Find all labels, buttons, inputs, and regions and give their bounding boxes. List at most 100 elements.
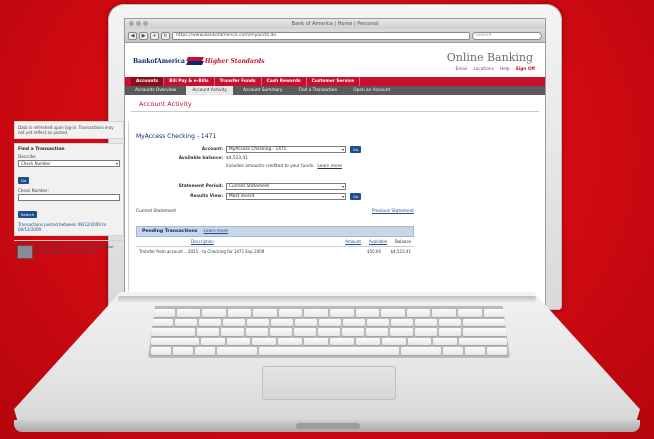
statement-period-label: Statement Period: — [178, 184, 223, 189]
key — [293, 328, 316, 336]
subtab-account-summary[interactable]: Account Summary — [237, 86, 288, 95]
transaction-column-headers: Description Amount Available Balance — [136, 237, 414, 247]
pending-learn-more-link[interactable]: Learn more — [204, 229, 229, 234]
key — [151, 318, 173, 327]
key — [355, 309, 380, 317]
zoom-window-icon[interactable] — [143, 21, 148, 26]
key — [342, 328, 365, 336]
column-available[interactable]: Available — [369, 239, 387, 244]
key — [247, 318, 269, 327]
key — [200, 337, 225, 346]
column-balance: Balance — [395, 239, 411, 244]
logo-tagline: Higher Standards — [204, 57, 265, 65]
account-row: Account: MyAccess Checking - 1471 Go — [136, 146, 414, 153]
laptop-latch — [296, 423, 360, 429]
available-balance-row: Available balance: $4,523.41 — [136, 156, 414, 161]
subtab-open-account[interactable]: Open an Account — [347, 86, 396, 95]
learn-more-link[interactable]: Learn more — [317, 164, 342, 169]
key — [330, 309, 354, 317]
key — [391, 318, 413, 327]
laptop-keyboard — [148, 306, 510, 358]
email-link[interactable]: Email — [456, 67, 468, 72]
column-amount[interactable]: Amount — [345, 239, 361, 244]
alerts-promo-text[interactable]: Add an Online Alert to keep track of you… — [36, 244, 121, 259]
key — [465, 347, 485, 355]
tab-transfer-funds[interactable]: Transfer Funds — [215, 77, 262, 86]
alert-promo-icon — [17, 245, 33, 259]
key — [278, 337, 303, 346]
key — [295, 318, 317, 327]
table-row[interactable]: Transfer from account ...5025 - to Check… — [136, 247, 414, 256]
subtab-find-transaction[interactable]: Find a Transaction — [292, 86, 343, 95]
back-icon[interactable]: ◀ — [128, 31, 137, 40]
forward-icon[interactable]: ▶ — [139, 31, 148, 40]
bank-logo[interactable]: BankofAmerica Higher Standards — [133, 57, 265, 65]
key — [199, 318, 221, 327]
browser-search-field[interactable]: Search — [472, 31, 542, 40]
key — [407, 337, 432, 346]
alerts-promo[interactable]: Add an Online Alert to keep track of you… — [14, 240, 124, 263]
close-window-icon[interactable] — [129, 21, 134, 26]
locations-link[interactable]: Locations — [473, 67, 493, 72]
key — [343, 318, 365, 327]
search-button[interactable]: Search — [18, 211, 38, 218]
account-go-button[interactable]: Go — [350, 146, 362, 153]
key — [462, 328, 508, 336]
key — [253, 309, 277, 317]
add-bookmark-icon[interactable]: + — [150, 31, 159, 40]
key — [390, 328, 413, 336]
key — [151, 347, 171, 355]
key — [175, 318, 197, 327]
utility-links: Email Locations Help Sign Off — [456, 67, 535, 72]
help-link[interactable]: Help — [500, 67, 510, 72]
key — [366, 328, 389, 336]
product-title: Online Banking — [446, 51, 533, 64]
key — [463, 318, 507, 327]
key — [330, 337, 354, 346]
describe-go-button[interactable]: Go — [18, 177, 30, 184]
account-title: MyAccess Checking - 1471 — [136, 133, 217, 140]
subtab-account-activity[interactable]: Account Activity — [186, 86, 233, 95]
key — [271, 318, 293, 327]
address-bar[interactable]: https://www.bankofamerica.com/myaccts.do — [172, 31, 470, 40]
statement-period-select[interactable]: Current Statement — [226, 183, 346, 190]
key — [367, 318, 389, 327]
find-transaction-heading: Find a Transaction — [18, 147, 65, 152]
key — [487, 347, 507, 355]
key — [406, 309, 431, 317]
refresh-note-box: Data is refreshed upon log-in. Transacti… — [14, 121, 124, 139]
sign-off-link[interactable]: Sign Off — [516, 67, 535, 72]
tab-accounts[interactable]: Accounts — [131, 77, 165, 86]
key — [381, 309, 405, 317]
subtab-accounts-overview[interactable]: Accounts Overview — [129, 86, 182, 95]
key — [221, 328, 244, 336]
key — [381, 337, 406, 346]
key — [278, 309, 303, 317]
column-description[interactable]: Description — [191, 239, 337, 244]
previous-statement-link[interactable]: Previous Statement — [372, 209, 414, 214]
tab-customer-service[interactable]: Customer Service — [307, 77, 361, 86]
results-go-button[interactable]: Go — [350, 193, 362, 200]
describe-select[interactable]: Check Number — [18, 160, 120, 167]
check-number-input[interactable] — [18, 194, 120, 201]
main-nav: Accounts Bill Pay & e-Bills Transfer Fun… — [125, 77, 545, 86]
available-note-row: Includes amounts credited to your funds.… — [136, 164, 414, 169]
minimize-window-icon[interactable] — [136, 21, 141, 26]
available-balance-label: Available balance: — [178, 156, 223, 161]
current-statement-link[interactable]: Current Statement — [136, 209, 176, 214]
tab-bill-pay[interactable]: Bill Pay & e-Bills — [164, 77, 215, 86]
transaction-amount: $50.00 — [367, 249, 381, 254]
account-select[interactable]: MyAccess Checking - 1471 — [226, 146, 346, 153]
tab-cash-rewards[interactable]: Cash Rewards — [262, 77, 307, 86]
keyboard-row — [151, 347, 507, 355]
statement-period-row: Statement Period: Current Statement — [136, 183, 414, 190]
key — [304, 309, 329, 317]
results-view-select[interactable]: Most recent — [226, 193, 346, 200]
window-title: Bank of America | Home | Personal — [291, 21, 379, 27]
window-controls[interactable] — [129, 21, 148, 26]
keyboard-row — [151, 318, 507, 327]
reload-icon[interactable]: ↻ — [161, 31, 170, 40]
keyboard-row — [151, 309, 508, 317]
find-transaction-box: Find a Transaction Describe Check Number… — [14, 143, 124, 236]
browser-toolbar: ◀ ▶ + ↻ https://www.bankofamerica.com/my… — [125, 29, 545, 43]
